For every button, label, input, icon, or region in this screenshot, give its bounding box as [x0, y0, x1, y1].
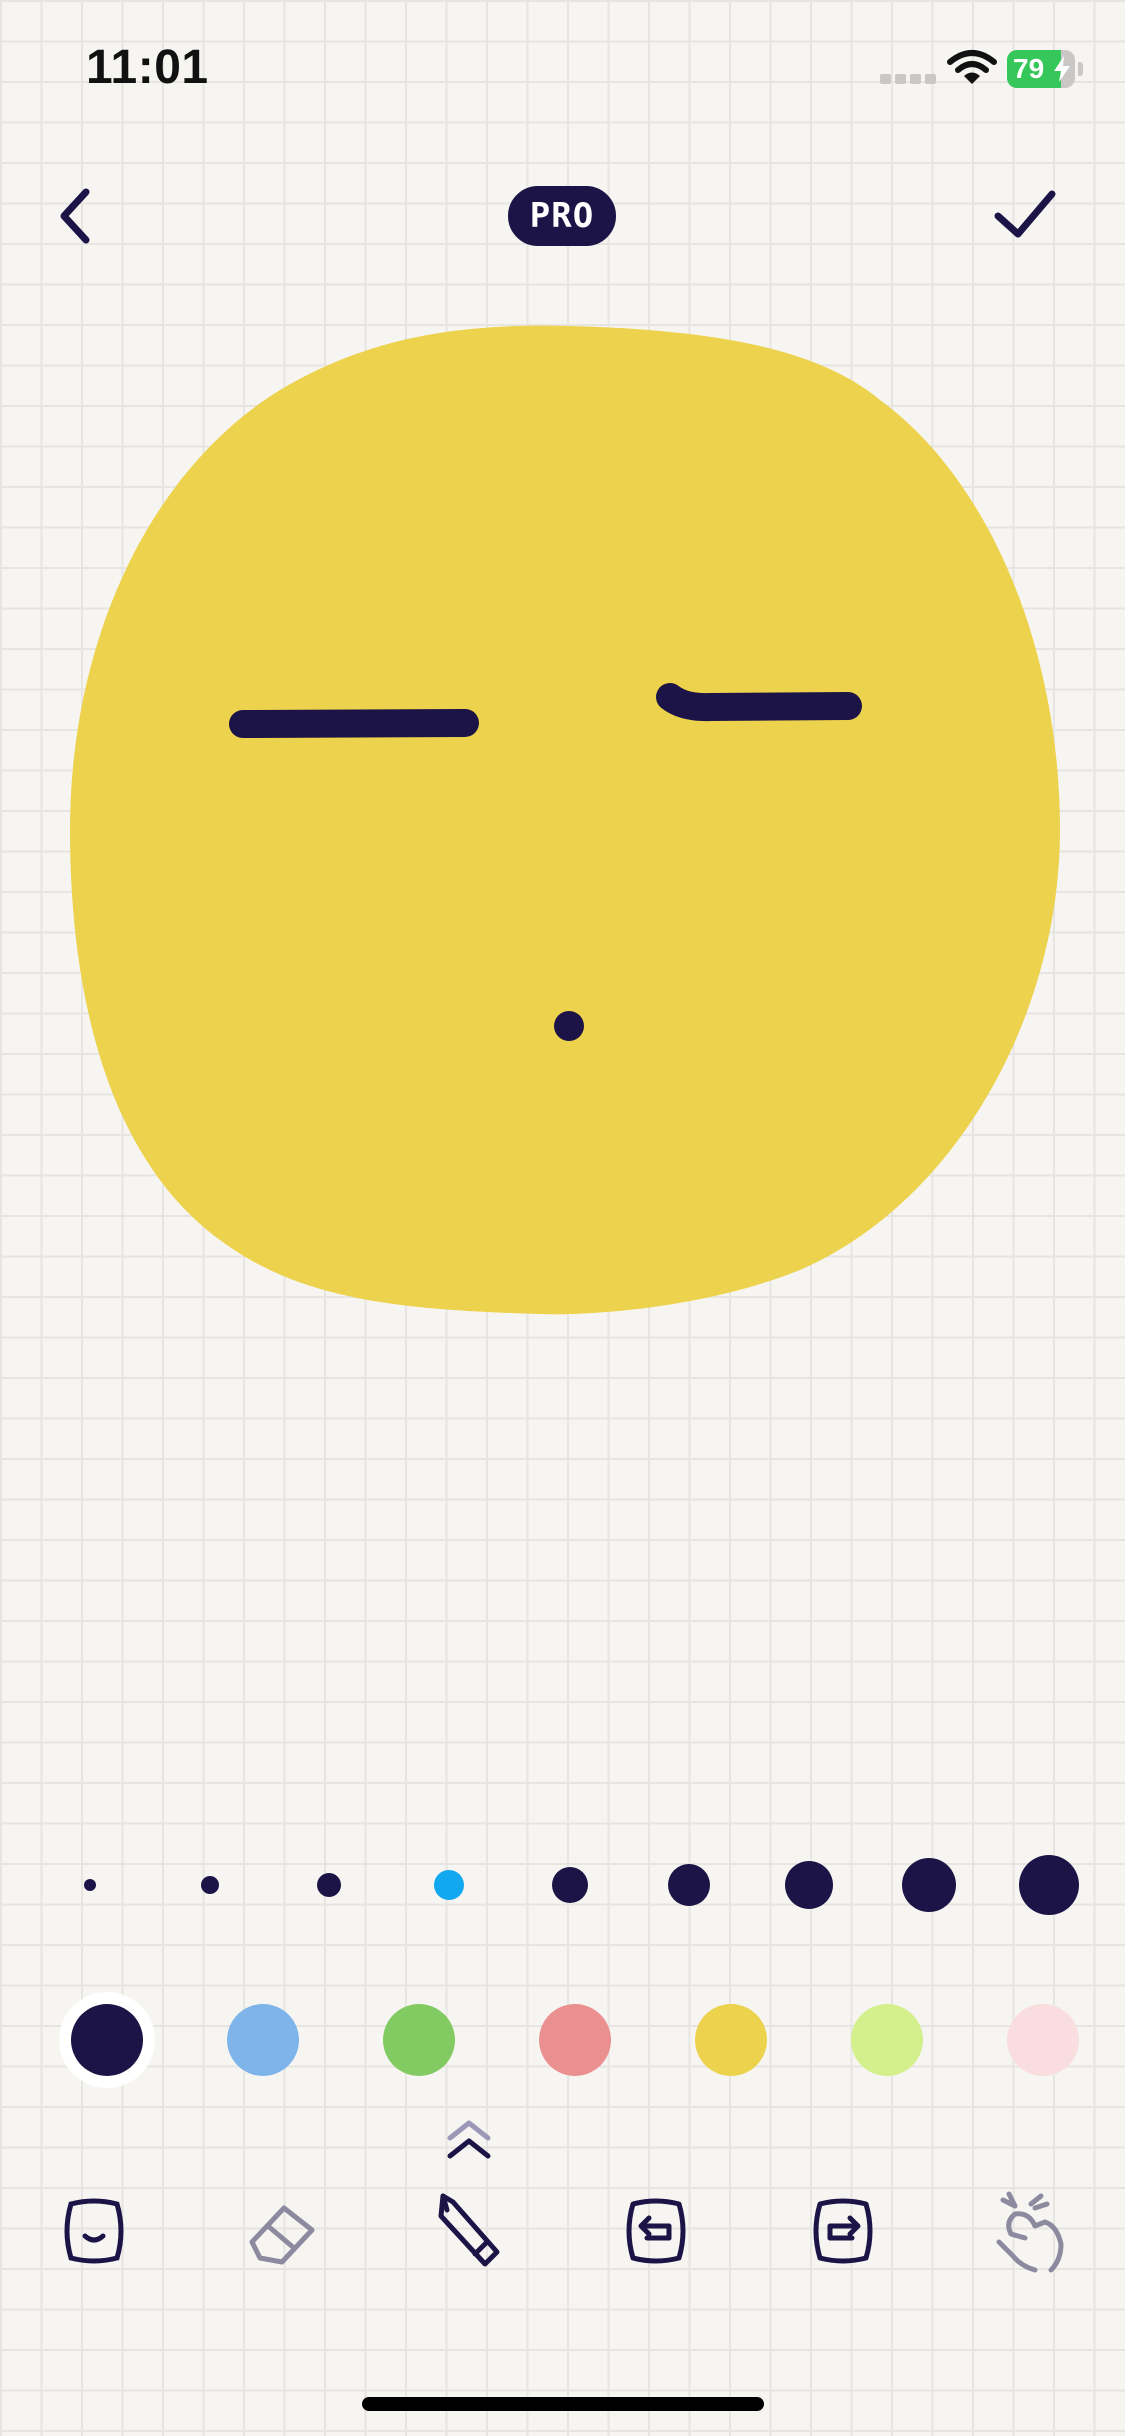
face-shape [70, 325, 1060, 1315]
brush-size-option[interactable] [785, 1861, 833, 1909]
color-swatch[interactable] [695, 2004, 767, 2076]
chevron-left-icon [60, 188, 90, 244]
battery-percent: 79 [1013, 53, 1045, 84]
right-eye-stroke [656, 683, 862, 722]
color-swatch[interactable] [1007, 2004, 1079, 2076]
eraser-icon [249, 2205, 315, 2265]
wifi-icon [947, 50, 997, 84]
face-sticker-tool[interactable] [49, 2186, 139, 2276]
face-sticker-icon [64, 2198, 124, 2264]
left-eye-stroke [229, 709, 479, 738]
color-swatch[interactable] [71, 2004, 143, 2076]
pencil-icon [438, 2193, 500, 2267]
redo-button[interactable] [798, 2186, 888, 2276]
pro-badge[interactable]: PRO [508, 186, 616, 246]
brush-size-picker [0, 1840, 1125, 1930]
back-button[interactable] [36, 176, 116, 256]
undo-icon [626, 2198, 686, 2264]
battery-icon: 79 [1007, 50, 1085, 88]
pencil-tool[interactable] [423, 2186, 513, 2276]
brush-size-option[interactable] [317, 1873, 341, 1897]
color-swatch[interactable] [227, 2004, 299, 2076]
double-chevron-up-icon[interactable] [438, 2116, 500, 2164]
undo-button[interactable] [611, 2186, 701, 2276]
home-indicator[interactable] [362, 2397, 764, 2411]
color-swatch[interactable] [851, 2004, 923, 2076]
color-swatch[interactable] [539, 2004, 611, 2076]
charging-bolt-icon [1054, 56, 1070, 82]
brush-size-option[interactable] [902, 1858, 956, 1912]
color-swatch[interactable] [383, 2004, 455, 2076]
brush-size-option[interactable] [201, 1876, 219, 1894]
cellular-signal-icon [880, 74, 936, 86]
color-palette [0, 1990, 1125, 2090]
redo-icon [813, 2198, 873, 2264]
brush-size-option[interactable] [434, 1870, 464, 1900]
brush-size-option[interactable] [552, 1867, 588, 1903]
eraser-tool[interactable] [236, 2186, 326, 2276]
mouth-dot [554, 1011, 584, 1041]
drawing-canvas[interactable] [0, 300, 1125, 1360]
brush-size-option[interactable] [84, 1879, 96, 1891]
checkmark-icon [994, 190, 1056, 238]
brush-size-option[interactable] [1019, 1855, 1079, 1915]
brush-size-option[interactable] [668, 1864, 710, 1906]
done-button[interactable] [984, 176, 1064, 256]
pinch-gesture-icon [996, 2191, 1064, 2273]
pinch-gesture-tool[interactable] [985, 2186, 1075, 2276]
status-time: 11:01 [86, 41, 209, 94]
pro-badge-label: PRO [529, 196, 595, 236]
